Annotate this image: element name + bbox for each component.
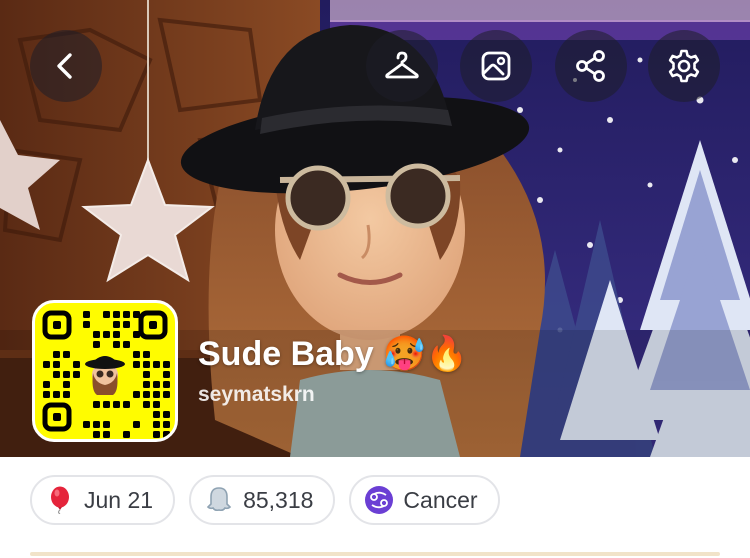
- snapscore-label: 85,318: [243, 486, 314, 513]
- change-outfit-button[interactable]: [366, 30, 438, 102]
- share-icon: [576, 50, 605, 82]
- image-icon: [481, 51, 511, 81]
- cancer-zodiac-icon: [365, 486, 394, 514]
- hanger-icon: [385, 51, 419, 79]
- profile-header: Sude Baby 🥵🔥 seymatskrn: [0, 0, 750, 457]
- settings-button[interactable]: [648, 30, 720, 102]
- zodiac-label: Cancer: [403, 486, 478, 513]
- username[interactable]: seymatskrn: [198, 383, 315, 407]
- display-name[interactable]: Sude Baby 🥵🔥: [198, 334, 468, 374]
- back-button[interactable]: [30, 30, 102, 102]
- profile-info-chips: Jun 21 85,318 Cancer: [30, 475, 500, 525]
- section-divider: [30, 552, 720, 556]
- change-background-button[interactable]: [460, 30, 532, 102]
- ghost-icon: [205, 486, 233, 514]
- chevron-left-icon: [57, 53, 72, 79]
- snapcode-qr-pattern: [42, 310, 170, 438]
- share-button[interactable]: [555, 30, 627, 102]
- gear-icon: [668, 49, 700, 83]
- zodiac-chip[interactable]: Cancer: [349, 475, 500, 525]
- birthday-chip[interactable]: Jun 21: [30, 475, 176, 525]
- balloon-icon: [46, 486, 74, 514]
- snapscore-chip[interactable]: 85,318: [189, 475, 336, 525]
- birthday-label: Jun 21: [84, 486, 154, 513]
- snapcode[interactable]: [32, 300, 178, 442]
